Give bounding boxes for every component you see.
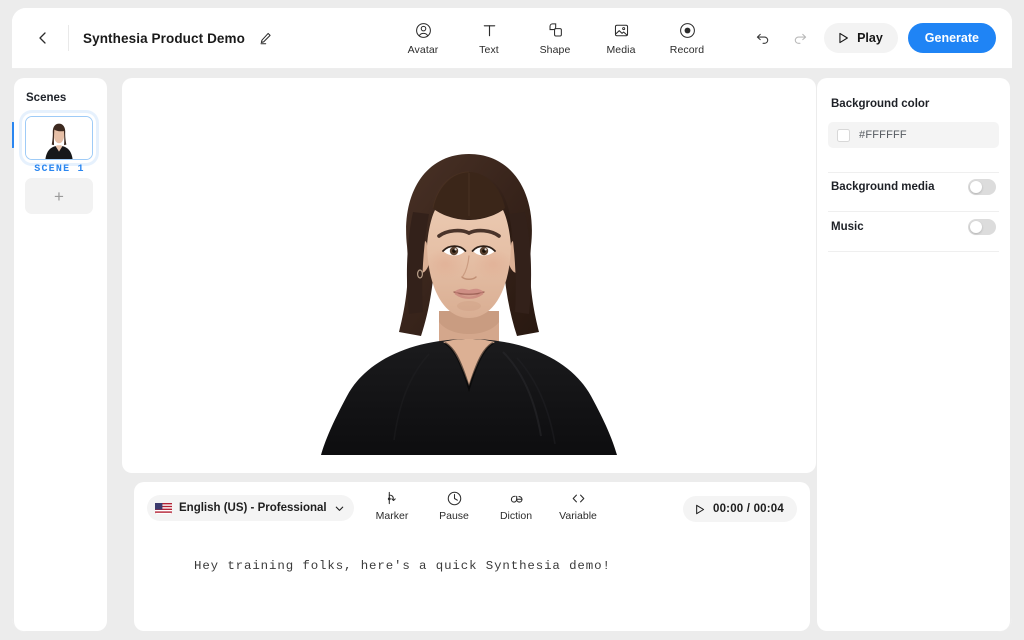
presenter-avatar bbox=[151, 96, 788, 455]
workspace: Scenes SCENE 1 + bbox=[12, 69, 1012, 632]
script-tool-marker[interactable]: Marker bbox=[366, 488, 418, 522]
pencil-icon bbox=[258, 31, 273, 46]
header-divider bbox=[68, 25, 69, 51]
script-tool-diction[interactable]: Diction bbox=[490, 488, 542, 522]
music-toggle[interactable] bbox=[968, 219, 996, 235]
background-color-value: #FFFFFF bbox=[859, 129, 907, 141]
text-icon bbox=[481, 21, 498, 41]
header-actions: Play Generate bbox=[748, 8, 996, 68]
back-button[interactable] bbox=[26, 21, 60, 55]
undo-button[interactable] bbox=[748, 24, 776, 52]
row-background-media: Background media bbox=[831, 179, 996, 195]
play-button[interactable]: Play bbox=[824, 23, 898, 53]
scene-label-1: SCENE 1 bbox=[14, 164, 105, 175]
us-flag-icon bbox=[155, 502, 172, 514]
timecode-display[interactable]: 00:00 / 00:04 bbox=[683, 496, 797, 522]
center-column: English (US) - Professional bbox=[122, 78, 816, 631]
app-header: Synthesia Product Demo Avatar bbox=[12, 8, 1012, 68]
redo-icon bbox=[792, 30, 809, 47]
script-tool-pause-label: Pause bbox=[439, 510, 469, 522]
project-title: Synthesia Product Demo bbox=[83, 31, 245, 46]
script-panel: English (US) - Professional bbox=[134, 482, 810, 631]
tool-shape[interactable]: Shape bbox=[530, 21, 580, 56]
video-canvas[interactable] bbox=[151, 96, 788, 455]
script-tool-variable-label: Variable bbox=[559, 510, 597, 522]
shape-icon bbox=[547, 21, 564, 41]
toggle-knob bbox=[970, 221, 982, 233]
background-media-label: Background media bbox=[831, 181, 935, 193]
script-tool-variable[interactable]: Variable bbox=[552, 488, 604, 522]
timecode-label: 00:00 / 00:04 bbox=[713, 503, 784, 515]
script-toolbar: English (US) - Professional bbox=[134, 482, 810, 540]
divider-2 bbox=[828, 211, 999, 212]
script-tool-group: Marker Pause bbox=[366, 488, 604, 522]
music-label: Music bbox=[831, 221, 864, 233]
properties-panel: Background color #FFFFFF Background medi… bbox=[817, 78, 1010, 631]
chevron-down-icon bbox=[334, 503, 345, 514]
background-color-field[interactable]: #FFFFFF bbox=[828, 122, 999, 148]
tool-media[interactable]: Media bbox=[596, 21, 646, 56]
record-icon bbox=[679, 21, 696, 41]
script-tool-diction-label: Diction bbox=[500, 510, 532, 522]
play-icon bbox=[693, 503, 706, 516]
row-music: Music bbox=[831, 219, 996, 235]
tool-text-label: Text bbox=[479, 44, 499, 56]
redo-button[interactable] bbox=[786, 24, 814, 52]
scene-thumbnail-1[interactable] bbox=[25, 116, 93, 160]
tool-record-label: Record bbox=[670, 44, 704, 56]
script-tool-marker-label: Marker bbox=[376, 510, 409, 522]
edit-title-button[interactable] bbox=[255, 28, 275, 48]
plus-icon: + bbox=[54, 188, 64, 205]
generate-button[interactable]: Generate bbox=[908, 23, 996, 53]
script-body: Hey training folks, here's a quick Synth… bbox=[134, 540, 810, 631]
tool-record[interactable]: Record bbox=[662, 21, 712, 56]
divider-3 bbox=[828, 251, 999, 252]
divider-1 bbox=[828, 172, 999, 173]
script-text-input[interactable]: Hey training folks, here's a quick Synth… bbox=[194, 557, 770, 577]
clock-icon bbox=[446, 488, 463, 508]
tool-shape-label: Shape bbox=[540, 44, 571, 56]
diction-icon bbox=[507, 488, 526, 508]
language-selector[interactable]: English (US) - Professional bbox=[147, 495, 354, 521]
header-tool-group: Avatar Text Shape bbox=[398, 8, 712, 68]
toggle-knob bbox=[970, 181, 982, 193]
media-icon bbox=[613, 21, 630, 41]
tool-text[interactable]: Text bbox=[464, 21, 514, 56]
tool-avatar[interactable]: Avatar bbox=[398, 21, 448, 56]
scenes-panel: Scenes SCENE 1 + bbox=[14, 78, 107, 631]
avatar-icon bbox=[415, 21, 432, 41]
tool-media-label: Media bbox=[606, 44, 635, 56]
scenes-panel-title: Scenes bbox=[26, 92, 66, 104]
app-window: Synthesia Product Demo Avatar bbox=[12, 8, 1012, 632]
color-swatch bbox=[837, 129, 850, 142]
script-tool-pause[interactable]: Pause bbox=[428, 488, 480, 522]
language-label: English (US) - Professional bbox=[179, 502, 327, 514]
canvas-container bbox=[122, 78, 816, 473]
header-left-group: Synthesia Product Demo bbox=[12, 8, 275, 68]
chevron-left-icon bbox=[36, 31, 50, 45]
scene-thumbnail-preview bbox=[26, 117, 92, 159]
play-button-label: Play bbox=[857, 31, 883, 45]
tool-avatar-label: Avatar bbox=[408, 44, 439, 56]
background-color-label: Background color bbox=[831, 98, 929, 110]
add-scene-button[interactable]: + bbox=[25, 178, 93, 214]
play-icon bbox=[836, 31, 850, 45]
background-media-toggle[interactable] bbox=[968, 179, 996, 195]
undo-icon bbox=[754, 30, 771, 47]
code-brackets-icon bbox=[570, 488, 587, 508]
generate-button-label: Generate bbox=[925, 31, 979, 45]
marker-icon bbox=[384, 488, 401, 508]
